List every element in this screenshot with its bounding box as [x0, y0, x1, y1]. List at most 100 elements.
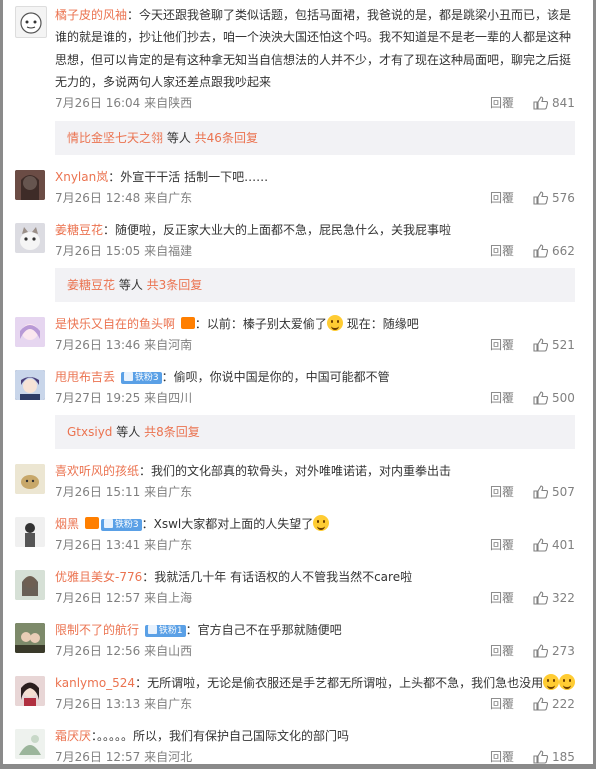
comment-meta: 7月26日 12:57 来自河北	[55, 749, 192, 765]
comment-source: 来自广东	[144, 538, 193, 552]
comment-source: 来自河北	[144, 750, 193, 764]
reply-button[interactable]: 回覆	[490, 337, 514, 353]
comment-source: 来自陕西	[144, 96, 193, 110]
smile-emoji-icon	[326, 315, 343, 331]
comment-meta: 7月26日 15:11 来自广东	[55, 484, 192, 500]
comment-username[interactable]: 限制不了的航行	[55, 623, 139, 637]
like-button[interactable]: 500	[533, 390, 575, 406]
comment-body: 随便啦，反正家大业大的上面都不急，屁民急什么，关我屁事啦	[115, 223, 452, 237]
reply-button[interactable]: 回覆	[490, 696, 514, 712]
comment-time: 7月27日 19:25	[55, 391, 141, 405]
avatar[interactable]	[15, 317, 45, 347]
comment-body: 我们的文化部真的软骨头，对外唯唯诺诺，对内重拳出击	[151, 464, 452, 478]
avatar[interactable]	[15, 464, 45, 494]
avatar[interactable]	[15, 170, 45, 200]
sub-reply-users[interactable]: 姜糖豆花	[67, 278, 115, 292]
comment-time: 7月26日 16:04	[55, 96, 141, 110]
comment-body: 官方自己不在乎那就随便吧	[197, 623, 342, 637]
comment-username[interactable]: kanlymo_524	[55, 676, 135, 690]
sub-reply-suffix: 等人	[163, 131, 191, 145]
sub-replies-box[interactable]: 情比金坚七天之翎 等人 共46条回复	[55, 121, 575, 155]
comment-body: 外宣干干活 括制一下吧……	[120, 170, 269, 184]
comment-meta: 7月26日 13:41 来自广东	[55, 537, 192, 553]
comment-source: 来自四川	[144, 391, 193, 405]
comment-username[interactable]: 甩甩布吉丢	[55, 370, 115, 384]
like-button[interactable]: 576	[533, 190, 575, 206]
thumbs-up-icon	[533, 750, 548, 764]
comment-source: 来自广东	[144, 485, 193, 499]
reply-button[interactable]: 回覆	[490, 537, 514, 553]
like-button[interactable]: 521	[533, 337, 575, 353]
sub-reply-more-link[interactable]: 共3条回复	[147, 278, 203, 292]
comment-meta: 7月26日 13:46 来自河南	[55, 337, 192, 353]
vip-icon	[180, 317, 195, 329]
avatar[interactable]	[15, 517, 45, 547]
comment-username[interactable]: 姜糖豆花	[55, 223, 103, 237]
reply-button[interactable]: 回覆	[490, 243, 514, 259]
like-button[interactable]: 322	[533, 590, 575, 606]
reply-button[interactable]: 回覆	[490, 749, 514, 765]
comment-time: 7月26日 13:41	[55, 538, 141, 552]
comment-username[interactable]: 烟黑	[55, 517, 79, 531]
fan-badge-icon	[103, 519, 113, 528]
reply-button[interactable]: 回覆	[490, 484, 514, 500]
like-button[interactable]: 507	[533, 484, 575, 500]
sub-replies-box[interactable]: Gtxsiyd 等人 共8条回复	[55, 415, 575, 449]
comment-text: 甩甩布吉丢 铁粉3 ：偷呗，你说中国是你的，中国可能都不管	[55, 370, 390, 384]
avatar[interactable]	[15, 570, 45, 600]
comment-username[interactable]: Xnylan岚	[55, 170, 108, 184]
comment-time: 7月26日 15:11	[55, 485, 141, 499]
comment-meta: 7月26日 12:56 来自山西	[55, 643, 192, 659]
like-button[interactable]: 222	[533, 696, 575, 712]
reply-button[interactable]: 回覆	[490, 390, 514, 406]
like-count: 401	[552, 538, 575, 552]
avatar[interactable]	[15, 623, 45, 653]
comment-username[interactable]: 橘子皮的风袖	[55, 8, 127, 22]
thumbs-up-icon	[533, 697, 548, 711]
sub-reply-more-link[interactable]: 共8条回复	[144, 425, 200, 439]
disappointed-emoji-icon	[313, 515, 330, 531]
comment-body: Xswl大家都对上面的人失望了	[153, 517, 314, 531]
thumbs-up-icon	[533, 644, 548, 658]
window-frame-left	[0, 0, 3, 769]
sub-reply-users[interactable]: 情比金坚七天之翎	[67, 131, 163, 145]
comment-text: 是快乐又自在的鱼头啊 ：以前：榛子别太爱偷了 现在：随缘吧	[55, 315, 419, 331]
avatar[interactable]	[15, 223, 45, 253]
reply-button[interactable]: 回覆	[490, 590, 514, 606]
comment-text: kanlymo_524：无所谓啦，无论是偷衣服还是手艺都无所谓啦，上头都不急，我…	[55, 672, 577, 694]
like-count: 273	[552, 644, 575, 658]
like-count: 662	[552, 244, 575, 258]
like-count: 500	[552, 391, 575, 405]
thumbs-up-icon	[533, 485, 548, 499]
comment-time: 7月26日 13:46	[55, 338, 141, 352]
sub-reply-more-link[interactable]: 共46条回复	[195, 131, 258, 145]
avatar[interactable]	[15, 676, 45, 706]
thumbs-up-icon	[533, 391, 548, 405]
avatar[interactable]	[15, 729, 45, 759]
thumbs-up-icon	[533, 338, 548, 352]
thumbs-up-icon	[533, 191, 548, 205]
comment-username[interactable]: 优雅且美女-776	[55, 570, 142, 584]
like-button[interactable]: 401	[533, 537, 575, 553]
avatar[interactable]	[15, 6, 47, 38]
reply-button[interactable]: 回覆	[490, 95, 514, 111]
comment-text: 橘子皮的风袖：今天还跟我爸聊了类似话题，包括马面裙，我爸说的是，都是跳梁小丑而已…	[55, 8, 572, 89]
comment-username[interactable]: 喜欢听风的孩纸	[55, 464, 139, 478]
comment-meta: 7月26日 13:13 来自广东	[55, 696, 192, 712]
sub-replies-box[interactable]: 姜糖豆花 等人 共3条回复	[55, 268, 575, 302]
like-button[interactable]: 841	[533, 95, 575, 111]
comment-text: 优雅且美女-776：我就活几十年 有话语权的人不管我当然不care啦	[55, 570, 413, 584]
like-button[interactable]: 185	[533, 749, 575, 765]
like-button[interactable]: 662	[533, 243, 575, 259]
reply-button[interactable]: 回覆	[490, 643, 514, 659]
comment-time: 7月26日 13:13	[55, 697, 141, 711]
reply-button[interactable]: 回覆	[490, 190, 514, 206]
comment-meta: 7月26日 15:05 来自福建	[55, 243, 192, 259]
comment-body: 。。。。。所以，我们有保护自己国际文化的部门吗	[97, 729, 350, 743]
comment-username[interactable]: 是快乐又自在的鱼头啊	[55, 317, 175, 331]
comment-username[interactable]: 霜厌厌	[55, 729, 91, 743]
avatar[interactable]	[15, 370, 45, 400]
sub-reply-users[interactable]: Gtxsiyd	[67, 425, 112, 439]
like-button[interactable]: 273	[533, 643, 575, 659]
like-count: 222	[552, 697, 575, 711]
